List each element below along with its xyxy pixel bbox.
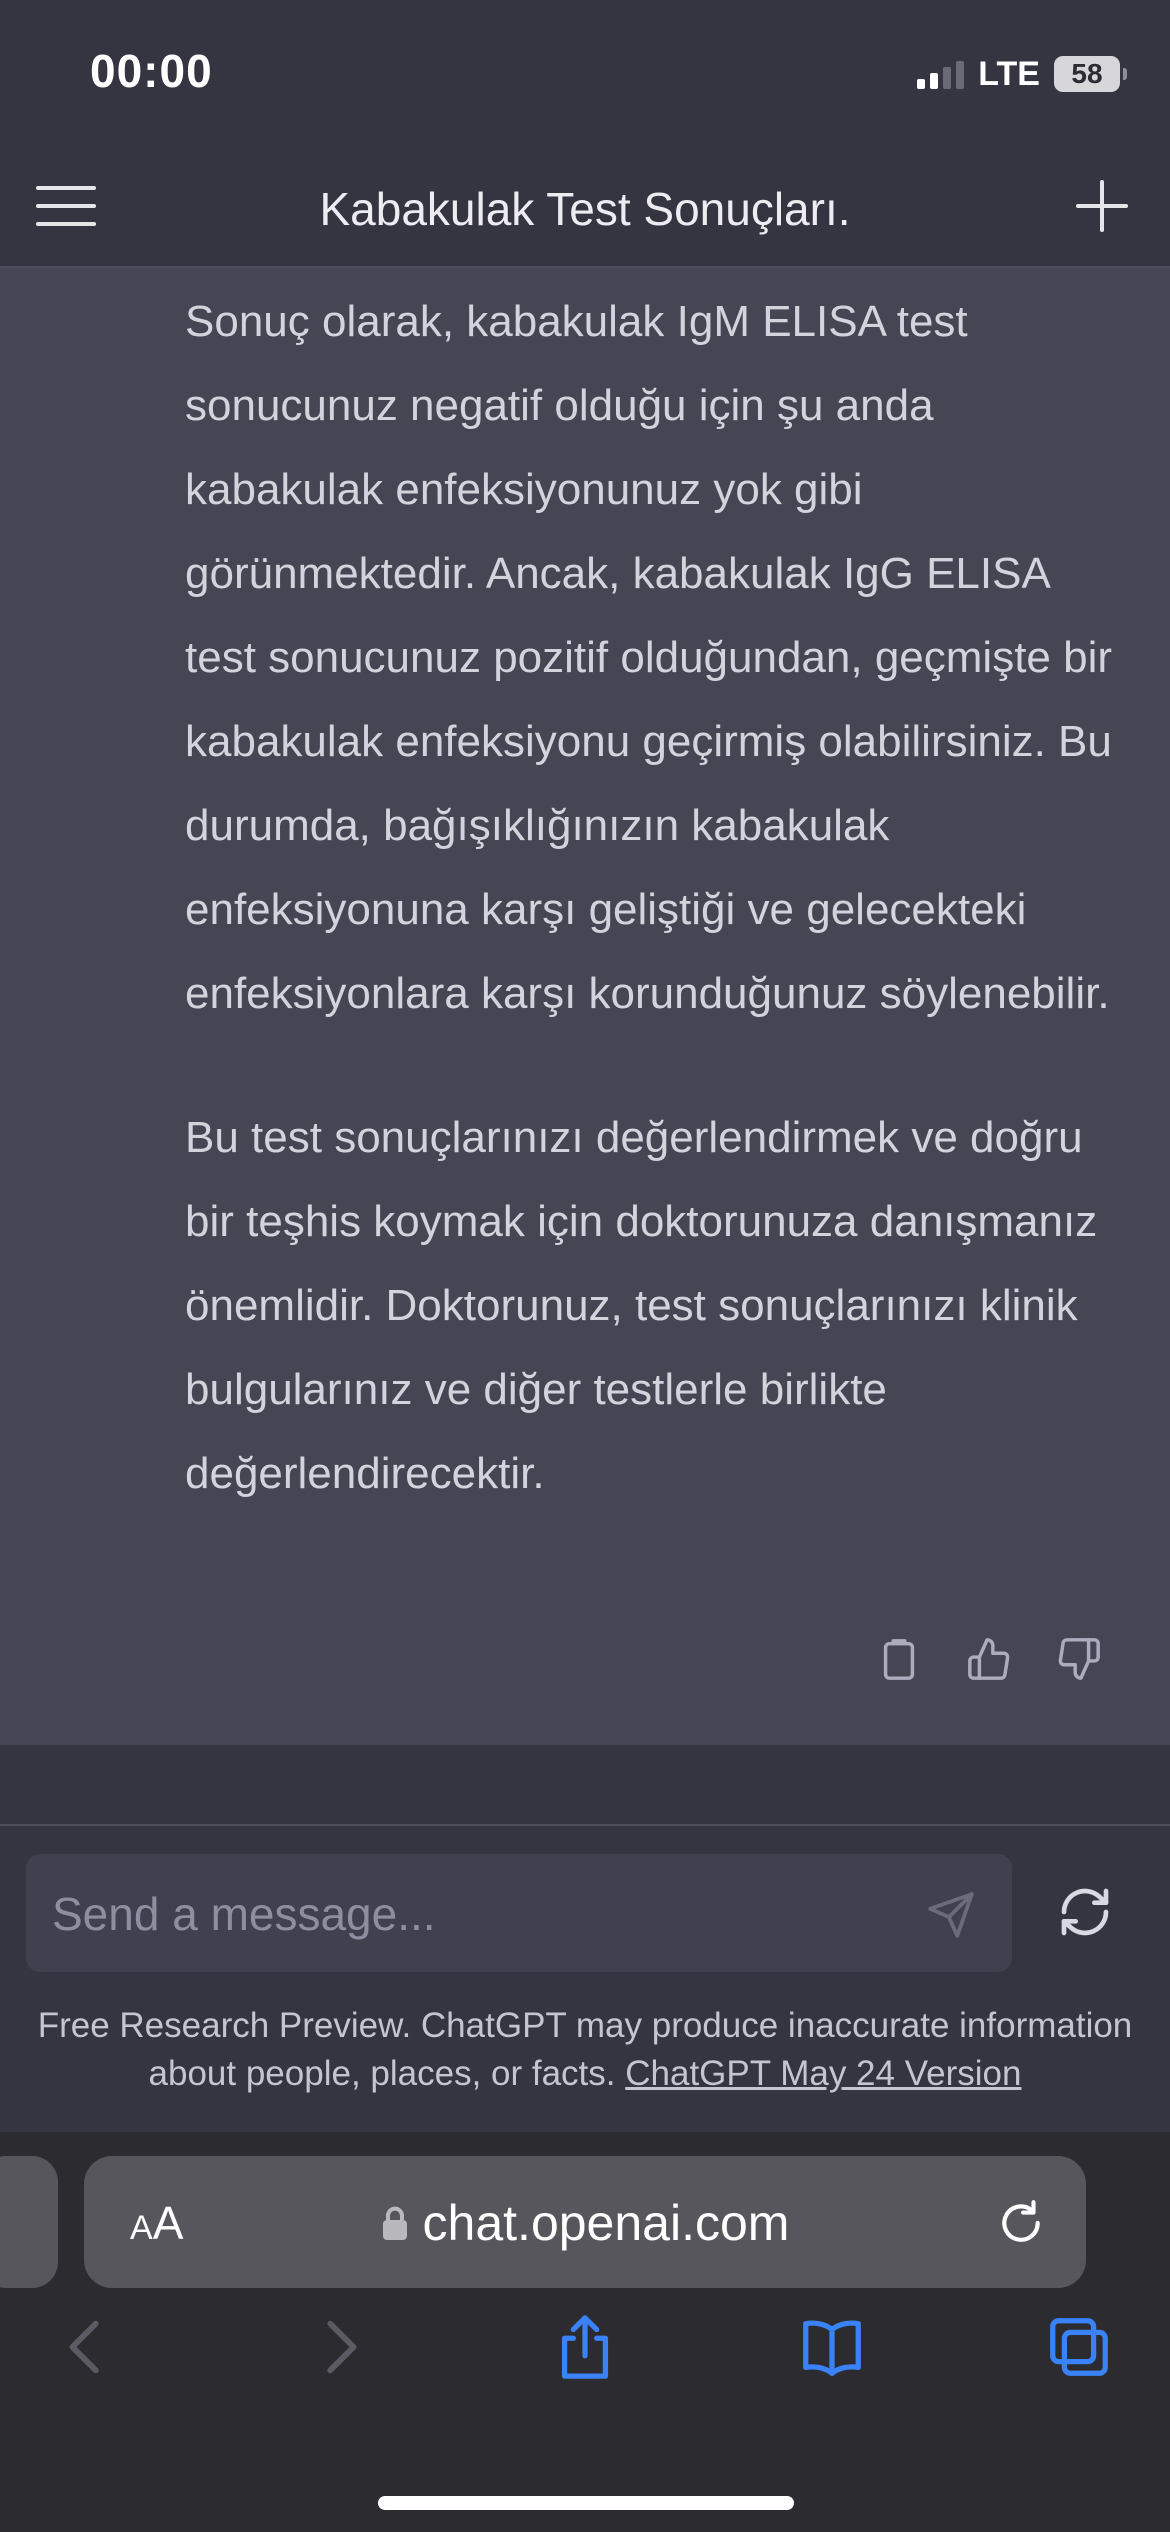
message-text: Sonuç olarak, kabakulak IgM ELISA test s… xyxy=(185,280,1120,1576)
regenerate-icon[interactable] xyxy=(1057,1884,1113,1940)
disclaimer: Free Research Preview. ChatGPT may produ… xyxy=(30,2002,1140,2098)
previous-tab[interactable] xyxy=(0,2156,58,2288)
chat-title: Kabakulak Test Sonuçları. xyxy=(319,183,851,235)
reload-icon[interactable] xyxy=(996,2198,1046,2248)
screen: 00:00 LTE 58 Kabakulak Test Sonuçları. S… xyxy=(0,0,1170,2532)
menu-icon[interactable] xyxy=(36,180,96,232)
chat-header: Kabakulak Test Sonuçları. xyxy=(0,150,1170,268)
signal-icon xyxy=(917,59,965,89)
copy-icon[interactable] xyxy=(876,1636,922,1682)
thumbs-up-icon[interactable] xyxy=(966,1636,1012,1682)
new-chat-icon[interactable] xyxy=(1076,180,1128,232)
address-bar[interactable]: AA chat.openai.com xyxy=(84,2156,1086,2288)
tabs-icon[interactable] xyxy=(1044,2312,1114,2382)
network-label: LTE xyxy=(978,54,1040,93)
status-indicators: LTE 58 xyxy=(917,52,1127,96)
status-time: 00:00 xyxy=(90,45,213,97)
message-actions xyxy=(876,1636,1102,1682)
assistant-message: Sonuç olarak, kabakulak IgM ELISA test s… xyxy=(0,268,1170,1745)
forward-icon[interactable] xyxy=(304,2312,374,2382)
battery-icon: 58 xyxy=(1054,56,1127,92)
message-paragraph: Sonuç olarak, kabakulak IgM ELISA test s… xyxy=(185,297,1113,1018)
browser-toolbar xyxy=(0,2312,1170,2412)
battery-level: 58 xyxy=(1071,58,1103,89)
status-bar: 00:00 LTE 58 xyxy=(0,0,1170,150)
browser-chrome: AA chat.openai.com xyxy=(0,2132,1170,2532)
url-display[interactable]: chat.openai.com xyxy=(84,2194,1086,2252)
home-indicator xyxy=(378,2496,794,2510)
lock-icon xyxy=(382,2206,407,2240)
message-input[interactable] xyxy=(50,1878,914,1950)
send-icon[interactable] xyxy=(926,1890,976,1940)
divider xyxy=(0,1824,1170,1826)
message-composer xyxy=(26,1854,1012,1972)
bookmarks-icon[interactable] xyxy=(797,2312,867,2382)
message-paragraph: Bu test sonuçlarınızı değerlendirmek ve … xyxy=(185,1113,1098,1498)
back-icon[interactable] xyxy=(52,2312,122,2382)
share-icon[interactable] xyxy=(550,2312,620,2382)
thumbs-down-icon[interactable] xyxy=(1056,1636,1102,1682)
version-link[interactable]: ChatGPT May 24 Version xyxy=(625,2054,1021,2093)
url-text: chat.openai.com xyxy=(422,2195,790,2251)
